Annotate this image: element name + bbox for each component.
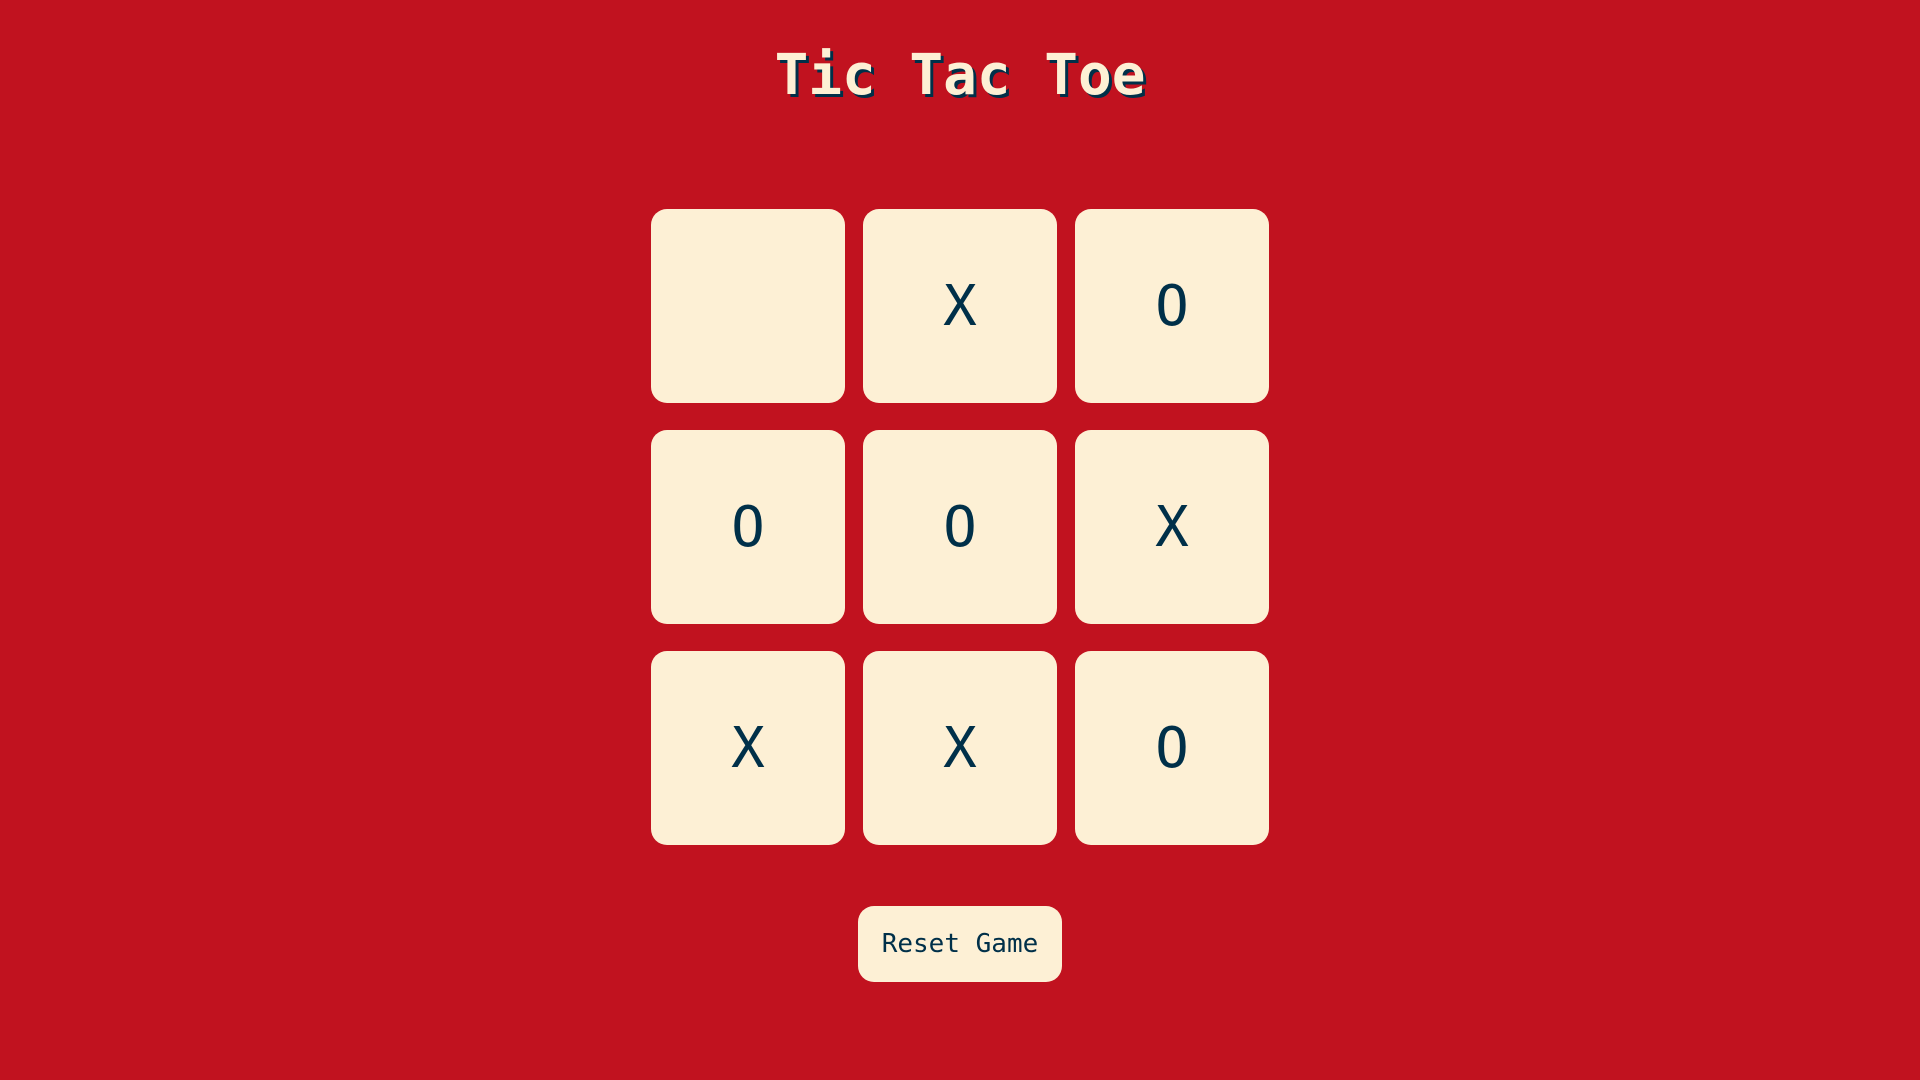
board-cell-7[interactable]: X bbox=[651, 651, 845, 845]
board-cell-4[interactable]: O bbox=[651, 430, 845, 624]
board-cell-2[interactable]: X bbox=[863, 209, 1057, 403]
game-board: X O O O X X X O bbox=[651, 209, 1269, 845]
board-cell-8[interactable]: X bbox=[863, 651, 1057, 845]
reset-game-button[interactable]: Reset Game bbox=[858, 906, 1062, 982]
board-cell-5[interactable]: O bbox=[863, 430, 1057, 624]
page-title: Tic Tac Toe bbox=[774, 43, 1146, 108]
board-cell-6[interactable]: X bbox=[1075, 430, 1269, 624]
board-cell-1[interactable] bbox=[651, 209, 845, 403]
board-cell-3[interactable]: O bbox=[1075, 209, 1269, 403]
game-page: { "title": "Tic Tac Toe", "board": { "ce… bbox=[0, 0, 1920, 1080]
board-cell-9[interactable]: O bbox=[1075, 651, 1269, 845]
